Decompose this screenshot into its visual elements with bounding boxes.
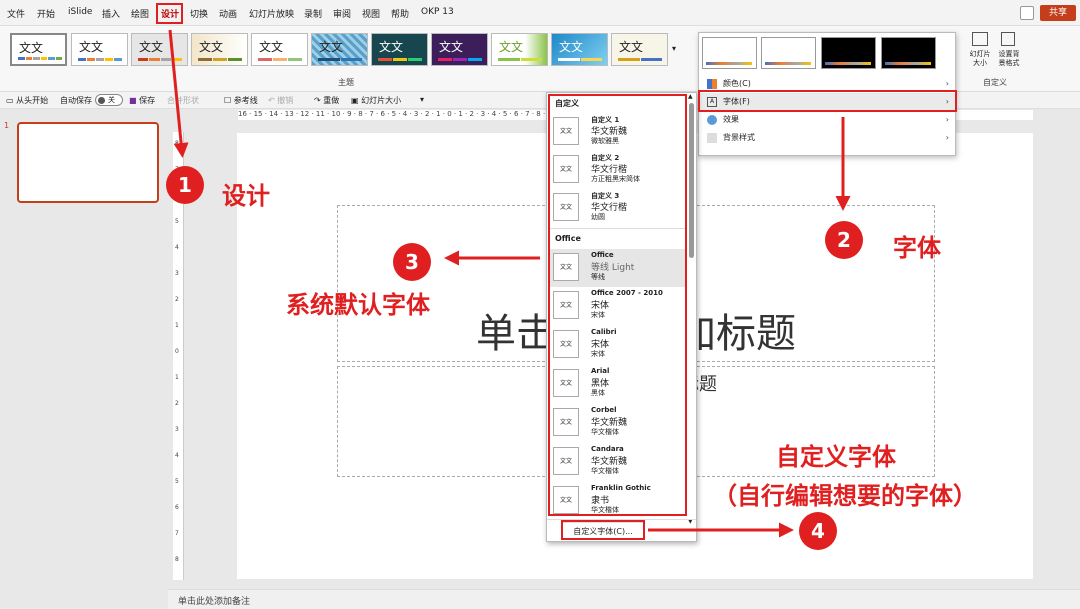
step-2-marker: 2 bbox=[825, 221, 863, 259]
arrow-step1 bbox=[168, 29, 189, 158]
step-3-marker: 3 bbox=[393, 243, 431, 281]
step-2-label: 字体 bbox=[893, 234, 941, 262]
custom-fonts-sublabel: （自行编辑想要的字体） bbox=[713, 482, 977, 510]
annotation-arrows bbox=[168, 29, 851, 538]
custom-fonts-label: 自定义字体 bbox=[776, 443, 896, 471]
step-4-marker: 4 bbox=[799, 512, 837, 550]
step-1-label: 设计 bbox=[222, 182, 270, 210]
step-1-marker: 1 bbox=[166, 166, 204, 204]
step-3-label: 系统默认字体 bbox=[286, 291, 430, 319]
